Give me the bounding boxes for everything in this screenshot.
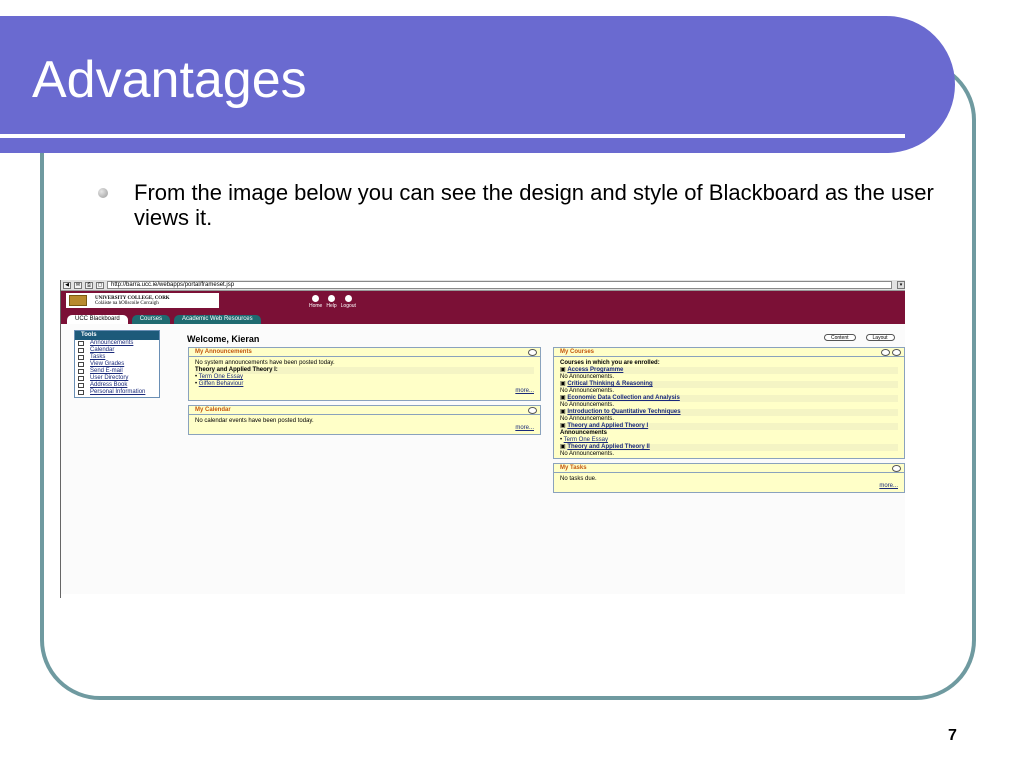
announcements-header: My Announcements: [189, 348, 540, 357]
calendar-module: My Calendar No calendar events have been…: [188, 405, 541, 435]
tasks-body: No tasks due. more...: [554, 473, 904, 493]
portal-content: Tools Announcements Calendar Tasks View …: [61, 324, 905, 594]
ucc-logo: UNIVERSITY COLLEGE, CORK Coláiste na hOl…: [66, 293, 219, 308]
tasks-line: No tasks due.: [560, 476, 597, 482]
welcome-heading: Welcome, Kieran: [187, 334, 260, 344]
logout-icon: [344, 295, 352, 302]
print-icon[interactable]: ⎙: [85, 281, 93, 289]
courses-body: Courses in which you are enrolled: ▣ Acc…: [554, 357, 904, 461]
course-item[interactable]: ▣ Critical Thinking & Reasoning: [560, 381, 898, 388]
tab-bar: UCC Blackboard Courses Academic Web Reso…: [67, 315, 261, 324]
address-book-icon: [78, 383, 84, 388]
bullet-text: From the image below you can see the des…: [134, 180, 934, 230]
help-icon: [327, 295, 335, 302]
courses-header: My Courses: [554, 348, 904, 357]
tasks-icon: [78, 355, 84, 360]
logo-line2: Coláiste na hOllscoile Corcaigh: [95, 300, 159, 306]
blackboard-screenshot: ◀ ✉ ⎙ ▢ http://barra.ucc.ie/webapps/port…: [60, 280, 905, 598]
slide: Advantages From the image below you can …: [0, 0, 1024, 768]
collapse-icon[interactable]: [892, 465, 901, 472]
collapse-icon[interactable]: [528, 407, 537, 414]
tool-personal-information[interactable]: Personal Information: [75, 389, 159, 396]
bullet-point: From the image below you can see the des…: [98, 180, 968, 230]
edit-icon[interactable]: [892, 349, 901, 356]
layout-button[interactable]: Layout: [865, 334, 895, 341]
home-icon: [312, 295, 320, 302]
header-links: Home Help Logout: [309, 295, 356, 309]
home-link[interactable]: Home: [309, 295, 322, 309]
course-announcement-item[interactable]: • Term One Essay: [560, 437, 898, 444]
title-underline: [0, 134, 905, 138]
tool-announcements[interactable]: Announcements: [75, 340, 159, 347]
tasks-more-link[interactable]: more...: [560, 483, 898, 490]
tool-address-book[interactable]: Address Book: [75, 382, 159, 389]
tab-ucc-blackboard[interactable]: UCC Blackboard: [67, 315, 128, 324]
announcements-course: Theory and Applied Theory I:: [195, 367, 534, 374]
page-icon[interactable]: ▢: [96, 281, 104, 289]
announcements-more-link[interactable]: more...: [195, 388, 534, 395]
calendar-body: No calendar events have been posted toda…: [189, 415, 540, 435]
calendar-icon: [78, 348, 84, 353]
tools-title: Tools: [75, 331, 159, 340]
logo-text: UNIVERSITY COLLEGE, CORK Coláiste na hOl…: [95, 296, 170, 306]
course-note: No Announcements.: [560, 416, 615, 422]
course-item[interactable]: ▣ Economic Data Collection and Analysis: [560, 395, 898, 402]
collapse-icon[interactable]: [881, 349, 890, 356]
course-item[interactable]: ▣ Theory and Applied Theory II: [560, 444, 898, 451]
tool-send-email[interactable]: Send E-mail: [75, 368, 159, 375]
address-bar[interactable]: http://barra.ucc.ie/webapps/portal/frame…: [107, 281, 892, 289]
tool-user-directory[interactable]: User Directory: [75, 375, 159, 382]
course-note: No Announcements.: [560, 374, 615, 380]
tasks-header: My Tasks: [554, 464, 904, 473]
courses-module: My Courses Courses in which you are enro…: [553, 347, 905, 459]
slide-title: Advantages: [32, 51, 307, 109]
announcement-item[interactable]: • Giffen Behaviour: [195, 381, 534, 388]
course-item[interactable]: ▣ Theory and Applied Theory I: [560, 423, 898, 430]
calendar-more-link[interactable]: more...: [195, 425, 534, 432]
tools-panel: Tools Announcements Calendar Tasks View …: [74, 330, 160, 398]
tab-courses[interactable]: Courses: [131, 315, 171, 324]
personal-info-icon: [78, 390, 84, 395]
collapse-icon[interactable]: [528, 349, 537, 356]
back-icon[interactable]: ◀: [63, 281, 71, 289]
directory-icon: [78, 376, 84, 381]
courses-heading: Courses in which you are enrolled:: [560, 360, 660, 366]
course-note: No Announcements.: [560, 451, 615, 457]
course-item[interactable]: ▣ Access Programme: [560, 367, 898, 374]
announcements-icon: [78, 341, 84, 346]
tool-view-grades[interactable]: View Grades: [75, 361, 159, 368]
announcements-module: My Announcements No system announcements…: [188, 347, 541, 401]
grades-icon: [78, 362, 84, 367]
course-item[interactable]: ▣ Introduction to Quantitative Technique…: [560, 409, 898, 416]
content-button[interactable]: Content: [824, 334, 856, 341]
help-link[interactable]: Help: [326, 295, 337, 309]
ucc-crest-icon: [69, 295, 87, 306]
logout-link[interactable]: Logout: [341, 295, 356, 309]
tasks-module: My Tasks No tasks due. more...: [553, 463, 905, 493]
mail-icon[interactable]: ✉: [74, 281, 82, 289]
calendar-header: My Calendar: [189, 406, 540, 415]
course-note: No Announcements.: [560, 388, 615, 394]
tab-academic-web-resources[interactable]: Academic Web Resources: [174, 315, 261, 324]
address-dropdown-icon[interactable]: ▾: [897, 281, 905, 289]
announcements-body: No system announcements have been posted…: [189, 357, 540, 398]
course-note: Announcements: [560, 430, 608, 436]
tool-calendar[interactable]: Calendar: [75, 347, 159, 354]
course-note: No Announcements.: [560, 402, 615, 408]
announcement-item[interactable]: • Term One Essay: [195, 374, 534, 381]
blackboard-header: UNIVERSITY COLLEGE, CORK Coláiste na hOl…: [61, 291, 905, 324]
page-number: 7: [948, 727, 957, 744]
email-icon: [78, 369, 84, 374]
tool-tasks[interactable]: Tasks: [75, 354, 159, 361]
announcements-line: No system announcements have been posted…: [195, 360, 335, 366]
calendar-line: No calendar events have been posted toda…: [195, 418, 314, 424]
bullet-dot-icon: [98, 188, 108, 198]
browser-toolbar: ◀ ✉ ⎙ ▢ http://barra.ucc.ie/webapps/port…: [61, 280, 905, 291]
layout-buttons: Content Layout: [824, 334, 895, 341]
